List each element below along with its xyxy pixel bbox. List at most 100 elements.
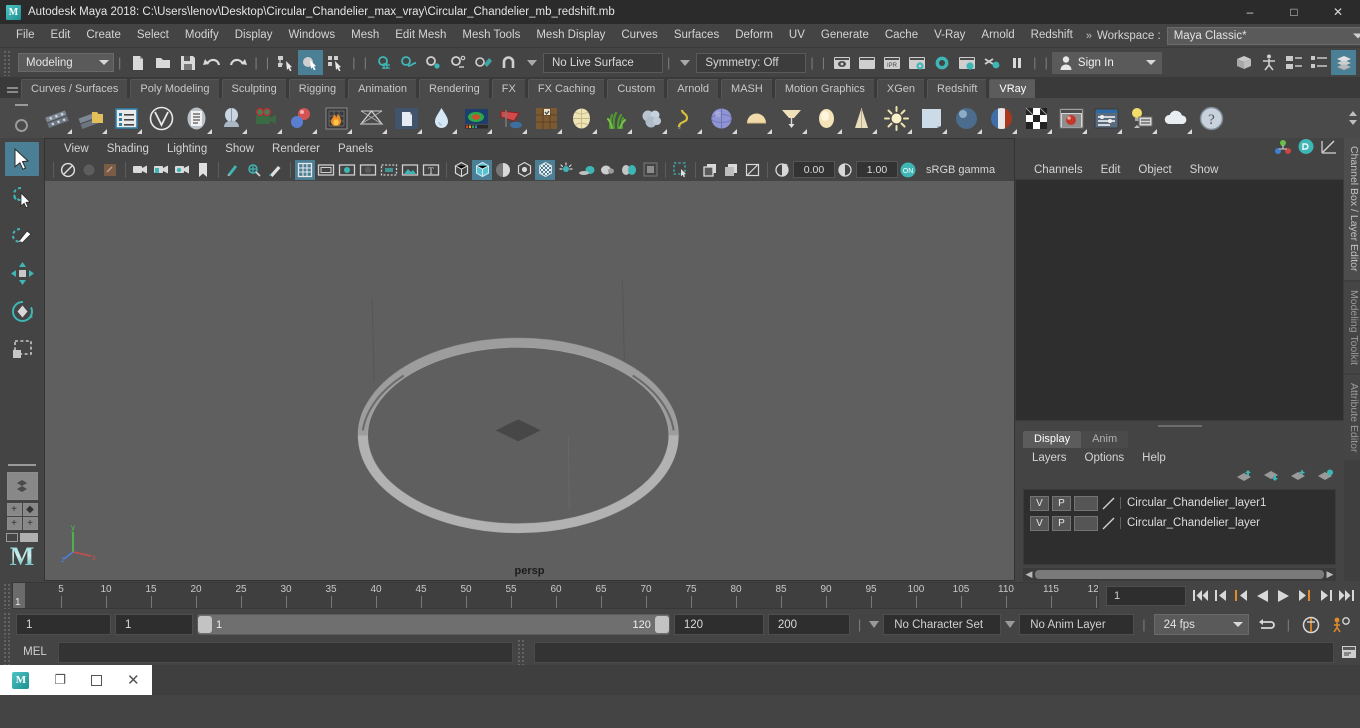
snap-to-view-plane-icon[interactable] xyxy=(471,50,496,75)
shelf-options-handle[interactable] xyxy=(2,98,40,138)
vray-list-icon[interactable] xyxy=(110,101,143,135)
mel-command-input[interactable] xyxy=(58,641,513,663)
channel-menu-object[interactable]: Object xyxy=(1129,164,1180,176)
channel-menu-channels[interactable]: Channels xyxy=(1025,164,1092,176)
use-all-lights-icon[interactable] xyxy=(535,159,555,180)
viewport-menu-renderer[interactable]: Renderer xyxy=(263,143,329,155)
vray-grass-icon[interactable] xyxy=(600,101,633,135)
shelf-tab-poly-modeling[interactable]: Poly Modeling xyxy=(130,79,220,98)
layer-shading-toggle[interactable] xyxy=(1074,495,1098,511)
grid-icon[interactable] xyxy=(295,159,315,180)
textured-icon[interactable] xyxy=(514,160,534,180)
scroll-right-icon[interactable]: ▶ xyxy=(1324,569,1336,580)
range-slider-left-handle[interactable] xyxy=(198,616,212,633)
display-layer-list[interactable]: V P Circular_Chandelier_layer1 V P Circu… xyxy=(1023,489,1336,565)
workspace-select[interactable]: Maya Classic* xyxy=(1166,26,1360,45)
playback-speed-select[interactable]: 24 fps xyxy=(1153,614,1249,635)
camera-attributes-icon[interactable] xyxy=(151,160,171,180)
save-scene-icon[interactable] xyxy=(175,50,200,75)
command-line-grip[interactable] xyxy=(3,639,12,665)
select-object-icon[interactable] xyxy=(298,50,324,75)
range-end-field[interactable]: 120 xyxy=(673,614,764,635)
go-to-start-icon[interactable] xyxy=(1190,585,1209,607)
vray-plane-icon[interactable] xyxy=(355,101,388,135)
bookmark-icon[interactable] xyxy=(193,160,213,180)
shelf-tab-motion-graphics[interactable]: Motion Graphics xyxy=(774,79,875,98)
sign-in-button[interactable]: Sign In xyxy=(1051,51,1162,74)
gamma-field[interactable]: 1.00 xyxy=(856,161,898,178)
vray-wood-icon[interactable] xyxy=(530,101,563,135)
3d-viewport[interactable]: y x z persp xyxy=(45,181,1014,580)
grease-pencil-icon[interactable] xyxy=(265,160,285,180)
layer-row[interactable]: V P Circular_Chandelier_layer xyxy=(1024,513,1335,533)
render-sequence-icon[interactable] xyxy=(854,50,879,75)
menu-edit-mesh[interactable]: Edit Mesh xyxy=(387,24,454,47)
vray-fire-icon[interactable] xyxy=(320,101,353,135)
open-scene-icon[interactable] xyxy=(150,50,175,75)
play-forwards-icon[interactable] xyxy=(1274,585,1293,607)
vray-env-fog-icon[interactable] xyxy=(1160,101,1193,135)
exposure-icon[interactable] xyxy=(772,160,792,180)
statusline-grip[interactable] xyxy=(3,49,12,76)
shade-wireframe-icon[interactable] xyxy=(493,160,513,180)
exposure-field[interactable]: 0.00 xyxy=(793,161,835,178)
command-language-label[interactable]: MEL xyxy=(12,646,58,658)
layer-visibility-toggle[interactable]: V xyxy=(1030,495,1049,511)
vray-cloud-blob-icon[interactable] xyxy=(635,101,668,135)
wireframe-icon[interactable] xyxy=(451,160,471,180)
menu-cache[interactable]: Cache xyxy=(877,24,926,47)
vray-dome-icon[interactable] xyxy=(565,101,598,135)
channel-menu-edit[interactable]: Edit xyxy=(1092,164,1130,176)
gate-mask-icon[interactable] xyxy=(358,160,378,180)
menu-mesh-tools[interactable]: Mesh Tools xyxy=(454,24,528,47)
menu-overflow-icon[interactable]: » xyxy=(1081,30,1097,42)
tab-display[interactable]: Display xyxy=(1023,431,1082,448)
symmetry-field[interactable]: Symmetry: Off xyxy=(696,52,807,73)
modeling-toolkit-icon[interactable] xyxy=(1297,138,1315,160)
layout-cell[interactable]: + xyxy=(22,517,38,530)
shelf-tab-rendering[interactable]: Rendering xyxy=(419,79,490,98)
attribute-editor-icon[interactable] xyxy=(1281,50,1306,75)
shelf-drag-handle[interactable] xyxy=(3,77,21,98)
menu-uv[interactable]: UV xyxy=(781,24,813,47)
scale-tool[interactable] xyxy=(5,332,39,366)
command-line-splitter[interactable] xyxy=(517,639,526,665)
menu-edit[interactable]: Edit xyxy=(43,24,79,47)
anti-alias-icon[interactable] xyxy=(640,160,660,180)
vray-scene-icon[interactable] xyxy=(180,101,213,135)
ambient-occlusion-icon[interactable] xyxy=(577,160,597,180)
move-layer-down-icon[interactable] xyxy=(1263,469,1280,487)
shelf-tab-vray[interactable]: VRay xyxy=(989,79,1037,98)
menu-arnold[interactable]: Arnold xyxy=(973,24,1022,47)
render-view-icon[interactable] xyxy=(829,50,854,75)
xray-active-components-icon[interactable] xyxy=(742,160,762,180)
isolate-select-icon[interactable] xyxy=(670,160,690,180)
vtab-attribute-editor[interactable]: Attribute Editor xyxy=(1344,374,1360,461)
range-slider[interactable]: 1 120 xyxy=(197,614,670,635)
undo-icon[interactable] xyxy=(200,50,225,75)
go-to-end-icon[interactable] xyxy=(1337,585,1356,607)
shelf-tab-custom[interactable]: Custom xyxy=(607,79,666,98)
menu-surfaces[interactable]: Surfaces xyxy=(666,24,727,47)
select-camera-icon[interactable] xyxy=(58,160,78,180)
layer-playback-toggle[interactable]: P xyxy=(1052,515,1071,531)
layer-color-swatch[interactable] xyxy=(1101,496,1117,511)
shelf-tab-redshift[interactable]: Redshift xyxy=(927,79,988,98)
character-set-field[interactable]: No Character Set xyxy=(883,614,1002,635)
vray-help-icon[interactable]: ? xyxy=(1195,101,1228,135)
layer-color-swatch[interactable] xyxy=(1101,516,1117,531)
viewport-menu-shading[interactable]: Shading xyxy=(98,143,158,155)
maya-taskbar-icon[interactable]: M xyxy=(12,671,30,689)
step-back-frame-icon[interactable] xyxy=(1211,585,1230,607)
channel-box-icon[interactable] xyxy=(1331,50,1356,75)
range-slider-grip[interactable] xyxy=(3,611,12,638)
restore-window-icon[interactable]: ❐ xyxy=(54,672,66,688)
channel-box-icon[interactable] xyxy=(1274,139,1292,160)
vray-sphere-light-icon[interactable] xyxy=(705,101,738,135)
pause-render-icon[interactable] xyxy=(1004,50,1029,75)
ipr-render-icon[interactable]: IPR xyxy=(879,50,904,75)
select-hierarchy-icon[interactable] xyxy=(273,50,298,75)
outliner-persp-layout-icon[interactable] xyxy=(6,533,38,542)
shadows-icon[interactable] xyxy=(556,160,576,180)
tool-settings-icon[interactable] xyxy=(1306,50,1331,75)
